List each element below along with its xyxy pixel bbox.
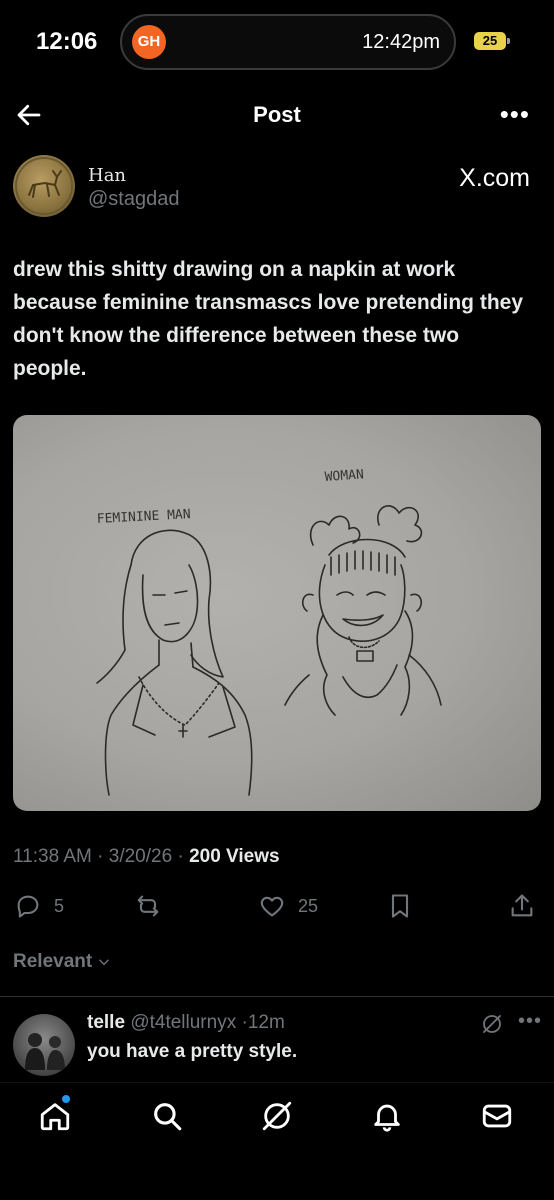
heart-icon: [260, 896, 284, 917]
reply-icon: [17, 895, 39, 918]
notifications-bell-icon[interactable]: [370, 1099, 404, 1133]
share-button[interactable]: [508, 890, 536, 922]
reply-text: you have a pretty style.: [87, 1041, 298, 1062]
drawing-label-left: FEMININE MAN: [96, 507, 191, 527]
grok-nav-icon[interactable]: [260, 1099, 294, 1133]
sort-dropdown[interactable]: Relevant: [13, 951, 111, 973]
author-handle[interactable]: @stagdad: [88, 188, 179, 211]
bottom-nav: [0, 1082, 554, 1200]
grok-icon[interactable]: [480, 1012, 504, 1036]
xcom-watermark: X.com: [459, 164, 530, 192]
reply-avatar-image: [25, 1033, 65, 1070]
like-button[interactable]: 25: [258, 890, 318, 922]
repost-icon: [137, 895, 159, 917]
page-title: Post: [253, 102, 301, 127]
post-time: 11:38 AM: [13, 846, 92, 867]
like-count: 25: [298, 895, 319, 916]
views-label: Views: [226, 846, 280, 867]
post-date: 3/20/26: [108, 846, 173, 867]
status-bar: 12:06 GH 12:42pm 25: [0, 0, 554, 84]
post-meta: 11:38 AM · 3/20/26 · 200 Views: [13, 846, 280, 867]
reply-count: 5: [54, 895, 65, 916]
post-header: Post •••: [0, 90, 554, 140]
pill-time: 12:42pm: [362, 31, 440, 53]
notification-dot: [62, 1095, 70, 1103]
share-icon: [511, 894, 533, 917]
reply-avatar[interactable]: [13, 1014, 75, 1076]
napkin-drawing: FEMININE MAN WOMAN: [96, 467, 442, 796]
divider: [0, 996, 554, 997]
app-badge-icon: GH: [132, 25, 166, 59]
author-avatar[interactable]: [13, 155, 75, 217]
bookmark-icon: [391, 894, 409, 918]
chevron-down-icon: [99, 959, 110, 966]
status-clock: 12:06: [36, 28, 98, 55]
post-image[interactable]: FEMININE MAN WOMAN: [13, 415, 541, 811]
bookmark-button[interactable]: [386, 890, 414, 922]
reply-header: telle @t4tellurnyx ·12m: [87, 1012, 285, 1033]
drawing-label-right: WOMAN: [324, 467, 364, 485]
stag-coin-icon: [15, 157, 73, 215]
post-actions: 5 25: [0, 890, 554, 926]
search-icon[interactable]: [150, 1099, 184, 1133]
messages-icon[interactable]: [480, 1099, 514, 1133]
notification-pill[interactable]: GH 12:42pm: [120, 14, 456, 70]
post-body-text: drew this shitty drawing on a napkin at …: [13, 258, 524, 380]
reply-age: 12m: [247, 1012, 285, 1033]
sort-label: Relevant: [13, 951, 93, 972]
reply-author-name[interactable]: telle: [87, 1012, 125, 1033]
home-icon[interactable]: [38, 1099, 72, 1133]
battery-icon: 25: [474, 32, 510, 50]
author-name[interactable]: Han: [88, 165, 126, 186]
reply-author-handle[interactable]: @t4tellurnyx: [130, 1012, 236, 1033]
repost-button[interactable]: [134, 890, 162, 922]
more-options-icon[interactable]: •••: [500, 101, 530, 127]
reply-button[interactable]: 5: [14, 890, 64, 922]
reply-more-icon[interactable]: •••: [518, 1010, 542, 1033]
view-count[interactable]: 200: [189, 846, 221, 867]
